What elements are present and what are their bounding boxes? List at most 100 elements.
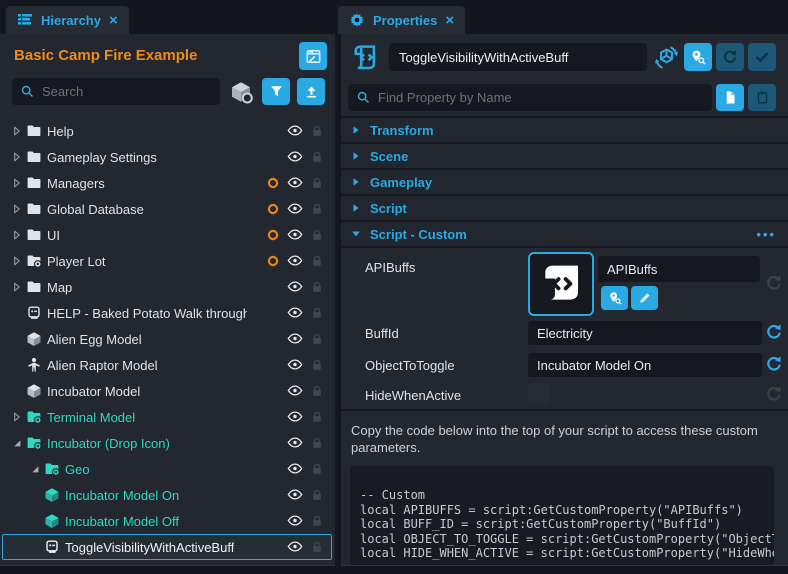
expand-arrow-icon[interactable] (8, 255, 26, 267)
lock-icon[interactable] (310, 150, 324, 164)
visibility-eye-icon[interactable] (287, 227, 303, 243)
tree-row[interactable]: UI (0, 222, 335, 248)
lock-icon[interactable] (310, 228, 324, 242)
lock-icon[interactable] (310, 488, 324, 502)
visibility-eye-icon[interactable] (287, 357, 303, 373)
reset-icon[interactable] (765, 323, 785, 343)
tree-row[interactable]: ToggleVisibilityWithActiveBuff (0, 534, 335, 560)
visibility-eye-icon[interactable] (287, 305, 303, 321)
tab-hierarchy[interactable]: Hierarchy × (6, 6, 129, 34)
apibuffs-find-button[interactable] (601, 286, 628, 310)
visibility-eye-icon[interactable] (287, 539, 303, 555)
lock-icon[interactable] (310, 384, 324, 398)
lock-icon[interactable] (310, 306, 324, 320)
property-search[interactable] (348, 84, 712, 111)
paste-properties-button[interactable] (748, 84, 776, 111)
section-header-scene[interactable]: Scene (341, 144, 788, 170)
lock-icon[interactable] (310, 540, 324, 554)
visibility-eye-icon[interactable] (287, 201, 303, 217)
objecttotoggle-value-field[interactable]: Incubator Model On (528, 353, 762, 377)
visibility-eye-icon[interactable] (287, 513, 303, 529)
reset-icon[interactable] (765, 355, 785, 375)
apibuffs-edit-button[interactable] (631, 286, 658, 310)
section-menu-icon[interactable]: ••• (756, 227, 776, 242)
expand-arrow-icon[interactable] (8, 151, 26, 163)
visibility-eye-icon[interactable] (287, 383, 303, 399)
hierarchy-search-input[interactable] (42, 84, 212, 99)
lock-icon[interactable] (310, 176, 324, 190)
property-search-input[interactable] (378, 90, 704, 105)
tree-row[interactable]: Incubator Model Off (0, 508, 335, 534)
lock-icon[interactable] (310, 332, 324, 346)
tree-row[interactable]: Help (0, 118, 335, 144)
tree-row[interactable]: Incubator Model (0, 378, 335, 404)
section-header-transform[interactable]: Transform (341, 118, 788, 144)
tree-row[interactable]: Incubator (Drop Icon) (0, 430, 335, 456)
tree-row[interactable]: Terminal Model (0, 404, 335, 430)
lock-icon[interactable] (310, 358, 324, 372)
tree-row[interactable]: Map (0, 274, 335, 300)
copy-properties-button[interactable] (716, 84, 744, 111)
lock-icon[interactable] (310, 436, 324, 450)
templatize-icon[interactable] (654, 45, 679, 70)
code-snippet: -- Custom local APIBUFFS = script:GetCus… (360, 488, 774, 561)
expand-arrow-icon[interactable] (8, 281, 26, 293)
visibility-eye-icon[interactable] (287, 331, 303, 347)
apibuffs-value-field[interactable]: APIBuffs (598, 256, 760, 282)
lock-icon[interactable] (310, 462, 324, 476)
undo-button[interactable] (716, 43, 744, 71)
visibility-eye-icon[interactable] (287, 123, 303, 139)
expand-arrow-icon[interactable] (8, 177, 26, 189)
visibility-eye-icon[interactable] (287, 253, 303, 269)
object-name-field[interactable]: ToggleVisibilityWithActiveBuff (389, 43, 647, 71)
custom-parameters-hint: Copy the code below into the top of your… (351, 422, 787, 456)
tree-row[interactable]: Geo (0, 456, 335, 482)
visibility-eye-icon[interactable] (287, 461, 303, 477)
tree-row[interactable]: Managers (0, 170, 335, 196)
lock-icon[interactable] (310, 514, 324, 528)
lock-icon[interactable] (310, 280, 324, 294)
close-icon[interactable]: × (109, 13, 118, 28)
tree-row[interactable]: Gameplay Settings (0, 144, 335, 170)
expand-arrow-icon[interactable] (8, 203, 26, 215)
lock-icon[interactable] (310, 124, 324, 138)
collapse-upload-button[interactable] (297, 78, 325, 105)
visibility-eye-icon[interactable] (287, 175, 303, 191)
filter-button[interactable] (262, 78, 290, 105)
networked-objects-icon[interactable] (229, 80, 254, 104)
hidewhenactive-checkbox[interactable] (528, 383, 551, 404)
collapse-arrow-icon[interactable] (8, 437, 26, 449)
buffid-value-field[interactable]: Electricity (528, 321, 762, 345)
section-header-script[interactable]: Script (341, 196, 788, 222)
find-in-scene-button[interactable] (684, 43, 712, 71)
tree-row[interactable]: Alien Egg Model (0, 326, 335, 352)
lock-icon[interactable] (310, 254, 324, 268)
tree-row[interactable]: Incubator Model On (0, 482, 335, 508)
scene-settings-button[interactable] (299, 42, 327, 70)
close-icon[interactable]: × (445, 13, 454, 28)
tab-properties[interactable]: Properties × (338, 6, 465, 34)
tree-row[interactable]: Global Database (0, 196, 335, 222)
section-header-script-custom[interactable]: Script - Custom••• (341, 222, 788, 248)
visibility-eye-icon[interactable] (287, 149, 303, 165)
expand-arrow-icon[interactable] (8, 125, 26, 137)
tree-row[interactable]: HELP - Baked Potato Walk through - RI (0, 300, 335, 326)
apply-button[interactable] (748, 43, 776, 71)
pencil-icon (638, 291, 652, 305)
tree-row[interactable]: Player Lot (0, 248, 335, 274)
visibility-eye-icon[interactable] (287, 487, 303, 503)
expand-arrow-icon[interactable] (8, 411, 26, 423)
code-snippet-block[interactable]: -- Custom local APIBUFFS = script:GetCus… (350, 466, 774, 565)
lock-icon[interactable] (310, 202, 324, 216)
visibility-eye-icon[interactable] (287, 279, 303, 295)
collapse-arrow-icon[interactable] (26, 463, 44, 475)
apibuffs-asset-box[interactable] (528, 252, 594, 316)
lock-icon[interactable] (310, 410, 324, 424)
visibility-eye-icon[interactable] (287, 435, 303, 451)
tree-row[interactable]: Alien Raptor Model (0, 352, 335, 378)
section-header-gameplay[interactable]: Gameplay (341, 170, 788, 196)
hierarchy-search[interactable] (12, 78, 220, 105)
pin-search-icon (690, 49, 706, 65)
visibility-eye-icon[interactable] (287, 409, 303, 425)
expand-arrow-icon[interactable] (8, 229, 26, 241)
